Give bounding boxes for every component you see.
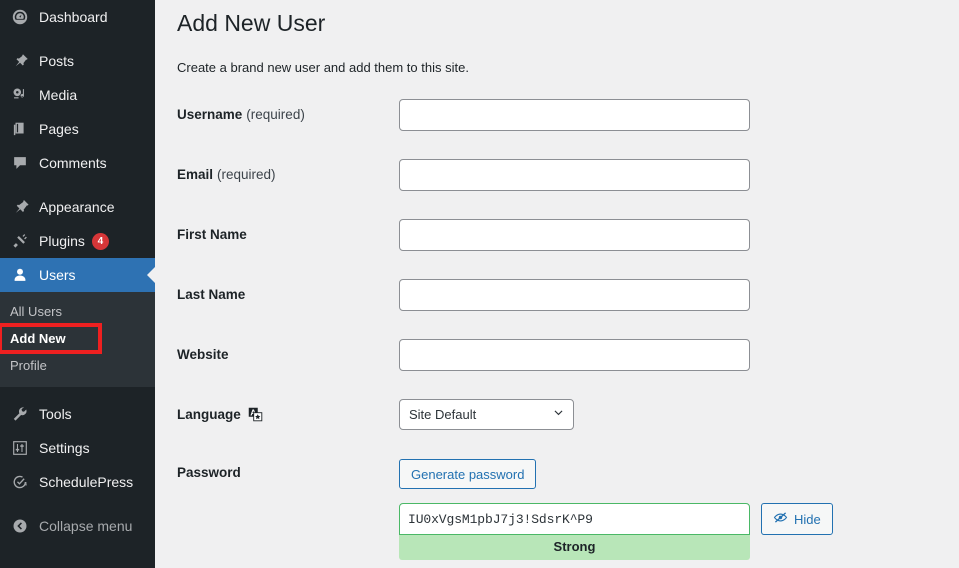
submenu-item-label: Profile xyxy=(10,358,47,373)
admin-sidebar: Dashboard Posts Media Pages Comments App… xyxy=(0,0,155,568)
sidebar-item-settings[interactable]: Settings xyxy=(0,431,155,465)
sidebar-item-tools[interactable]: Tools xyxy=(0,397,155,431)
generate-password-button[interactable]: Generate password xyxy=(399,459,537,489)
sidebar-item-label: Collapse menu xyxy=(39,518,133,534)
sidebar-item-schedulepress[interactable]: SchedulePress xyxy=(0,465,155,499)
first-name-label-text: First Name xyxy=(177,227,247,242)
sidebar-item-dashboard[interactable]: Dashboard xyxy=(0,0,155,34)
website-label-text: Website xyxy=(177,347,229,362)
pin-icon xyxy=(10,51,30,71)
sidebar-item-plugins[interactable]: Plugins 4 xyxy=(0,224,155,258)
form-row-username: Username (required) xyxy=(177,99,959,159)
sidebar-item-label: Users xyxy=(39,267,76,283)
form-row-last-name: Last Name xyxy=(177,279,959,339)
submenu-item-label: All Users xyxy=(10,304,63,319)
sidebar-item-label: Comments xyxy=(39,155,107,171)
form-row-password: Password Generate password Strong xyxy=(177,459,959,560)
media-icon xyxy=(10,85,30,105)
sidebar-item-label: Media xyxy=(39,87,78,103)
last-name-label-text: Last Name xyxy=(177,287,246,302)
hide-password-button[interactable]: Hide xyxy=(761,503,833,535)
main-content: Add New User Create a brand new user and… xyxy=(155,0,959,568)
language-label-text: Language xyxy=(177,407,241,422)
active-item-arrow xyxy=(147,267,155,283)
settings-icon xyxy=(10,438,30,458)
form-row-website: Website xyxy=(177,339,959,399)
dashboard-icon xyxy=(10,7,30,27)
page-title: Add New User xyxy=(177,10,326,36)
sidebar-item-label: Tools xyxy=(39,406,72,422)
sidebar-item-users[interactable]: Users xyxy=(0,258,155,292)
language-selected-value: Site Default xyxy=(409,407,477,422)
sidebar-item-collapse-menu[interactable]: Collapse menu xyxy=(0,509,155,543)
email-label-text: Email xyxy=(177,167,214,182)
pages-icon xyxy=(10,119,30,139)
sidebar-item-posts[interactable]: Posts xyxy=(0,44,155,78)
form-row-first-name: First Name xyxy=(177,219,959,279)
password-label: Password xyxy=(177,459,399,480)
first-name-label: First Name xyxy=(177,219,399,242)
submenu-item-label: Add New xyxy=(10,331,66,346)
sidebar-item-pages[interactable]: Pages xyxy=(0,112,155,146)
language-label: Language A xyxy=(177,399,399,422)
language-select[interactable]: Site Default xyxy=(399,399,574,430)
username-label-text: Username xyxy=(177,107,243,122)
sidebar-item-comments[interactable]: Comments xyxy=(0,146,155,180)
plugins-icon xyxy=(10,231,30,251)
first-name-input[interactable] xyxy=(399,219,750,251)
username-required-note: (required) xyxy=(246,107,305,122)
hide-password-label: Hide xyxy=(794,511,821,527)
username-label: Username (required) xyxy=(177,99,399,122)
last-name-input[interactable] xyxy=(399,279,750,311)
sidebar-item-label: Pages xyxy=(39,121,79,137)
sidebar-item-appearance[interactable]: Appearance xyxy=(0,190,155,224)
sidebar-item-media[interactable]: Media xyxy=(0,78,155,112)
website-input[interactable] xyxy=(399,339,750,371)
users-submenu: All Users Add New Profile xyxy=(0,292,155,387)
password-entry-row: Strong Hide xyxy=(399,503,833,560)
submenu-item-all-users[interactable]: All Users xyxy=(0,298,155,325)
form-row-email: Email (required) xyxy=(177,159,959,219)
sidebar-item-label: Settings xyxy=(39,440,90,456)
website-label: Website xyxy=(177,339,399,362)
sidebar-item-label: Posts xyxy=(39,53,75,69)
add-user-form: Username (required) Email (required) Fir… xyxy=(177,99,959,560)
password-strength-indicator: Strong xyxy=(399,535,750,560)
sidebar-item-label: Plugins xyxy=(39,233,85,249)
password-field-column: Strong xyxy=(399,503,750,560)
page-description: Create a brand new user and add them to … xyxy=(177,60,469,75)
submenu-item-profile[interactable]: Profile xyxy=(0,352,155,379)
email-input[interactable] xyxy=(399,159,750,191)
users-icon xyxy=(10,265,30,285)
username-input[interactable] xyxy=(399,99,750,131)
translate-icon: A xyxy=(248,407,263,422)
password-controls: Generate password Strong xyxy=(399,459,833,560)
submenu-item-add-new[interactable]: Add New xyxy=(0,323,102,354)
appearance-icon xyxy=(10,197,30,217)
language-select-wrapper: Site Default xyxy=(399,399,574,430)
password-input[interactable] xyxy=(399,503,750,535)
last-name-label: Last Name xyxy=(177,279,399,302)
email-label: Email (required) xyxy=(177,159,399,182)
comments-icon xyxy=(10,153,30,173)
sidebar-item-label: Dashboard xyxy=(39,9,108,25)
sidebar-item-label: SchedulePress xyxy=(39,474,134,490)
plugins-update-badge: 4 xyxy=(91,232,109,250)
password-label-text: Password xyxy=(177,465,241,480)
wrench-icon xyxy=(10,404,30,424)
schedulepress-icon xyxy=(10,472,30,492)
email-required-note: (required) xyxy=(217,167,276,182)
collapse-icon xyxy=(10,516,30,536)
eye-slash-icon xyxy=(773,510,788,528)
wordpress-admin-screen: Dashboard Posts Media Pages Comments App… xyxy=(0,0,959,568)
sidebar-item-label: Appearance xyxy=(39,199,115,215)
form-row-language: Language A Site Default xyxy=(177,399,959,459)
